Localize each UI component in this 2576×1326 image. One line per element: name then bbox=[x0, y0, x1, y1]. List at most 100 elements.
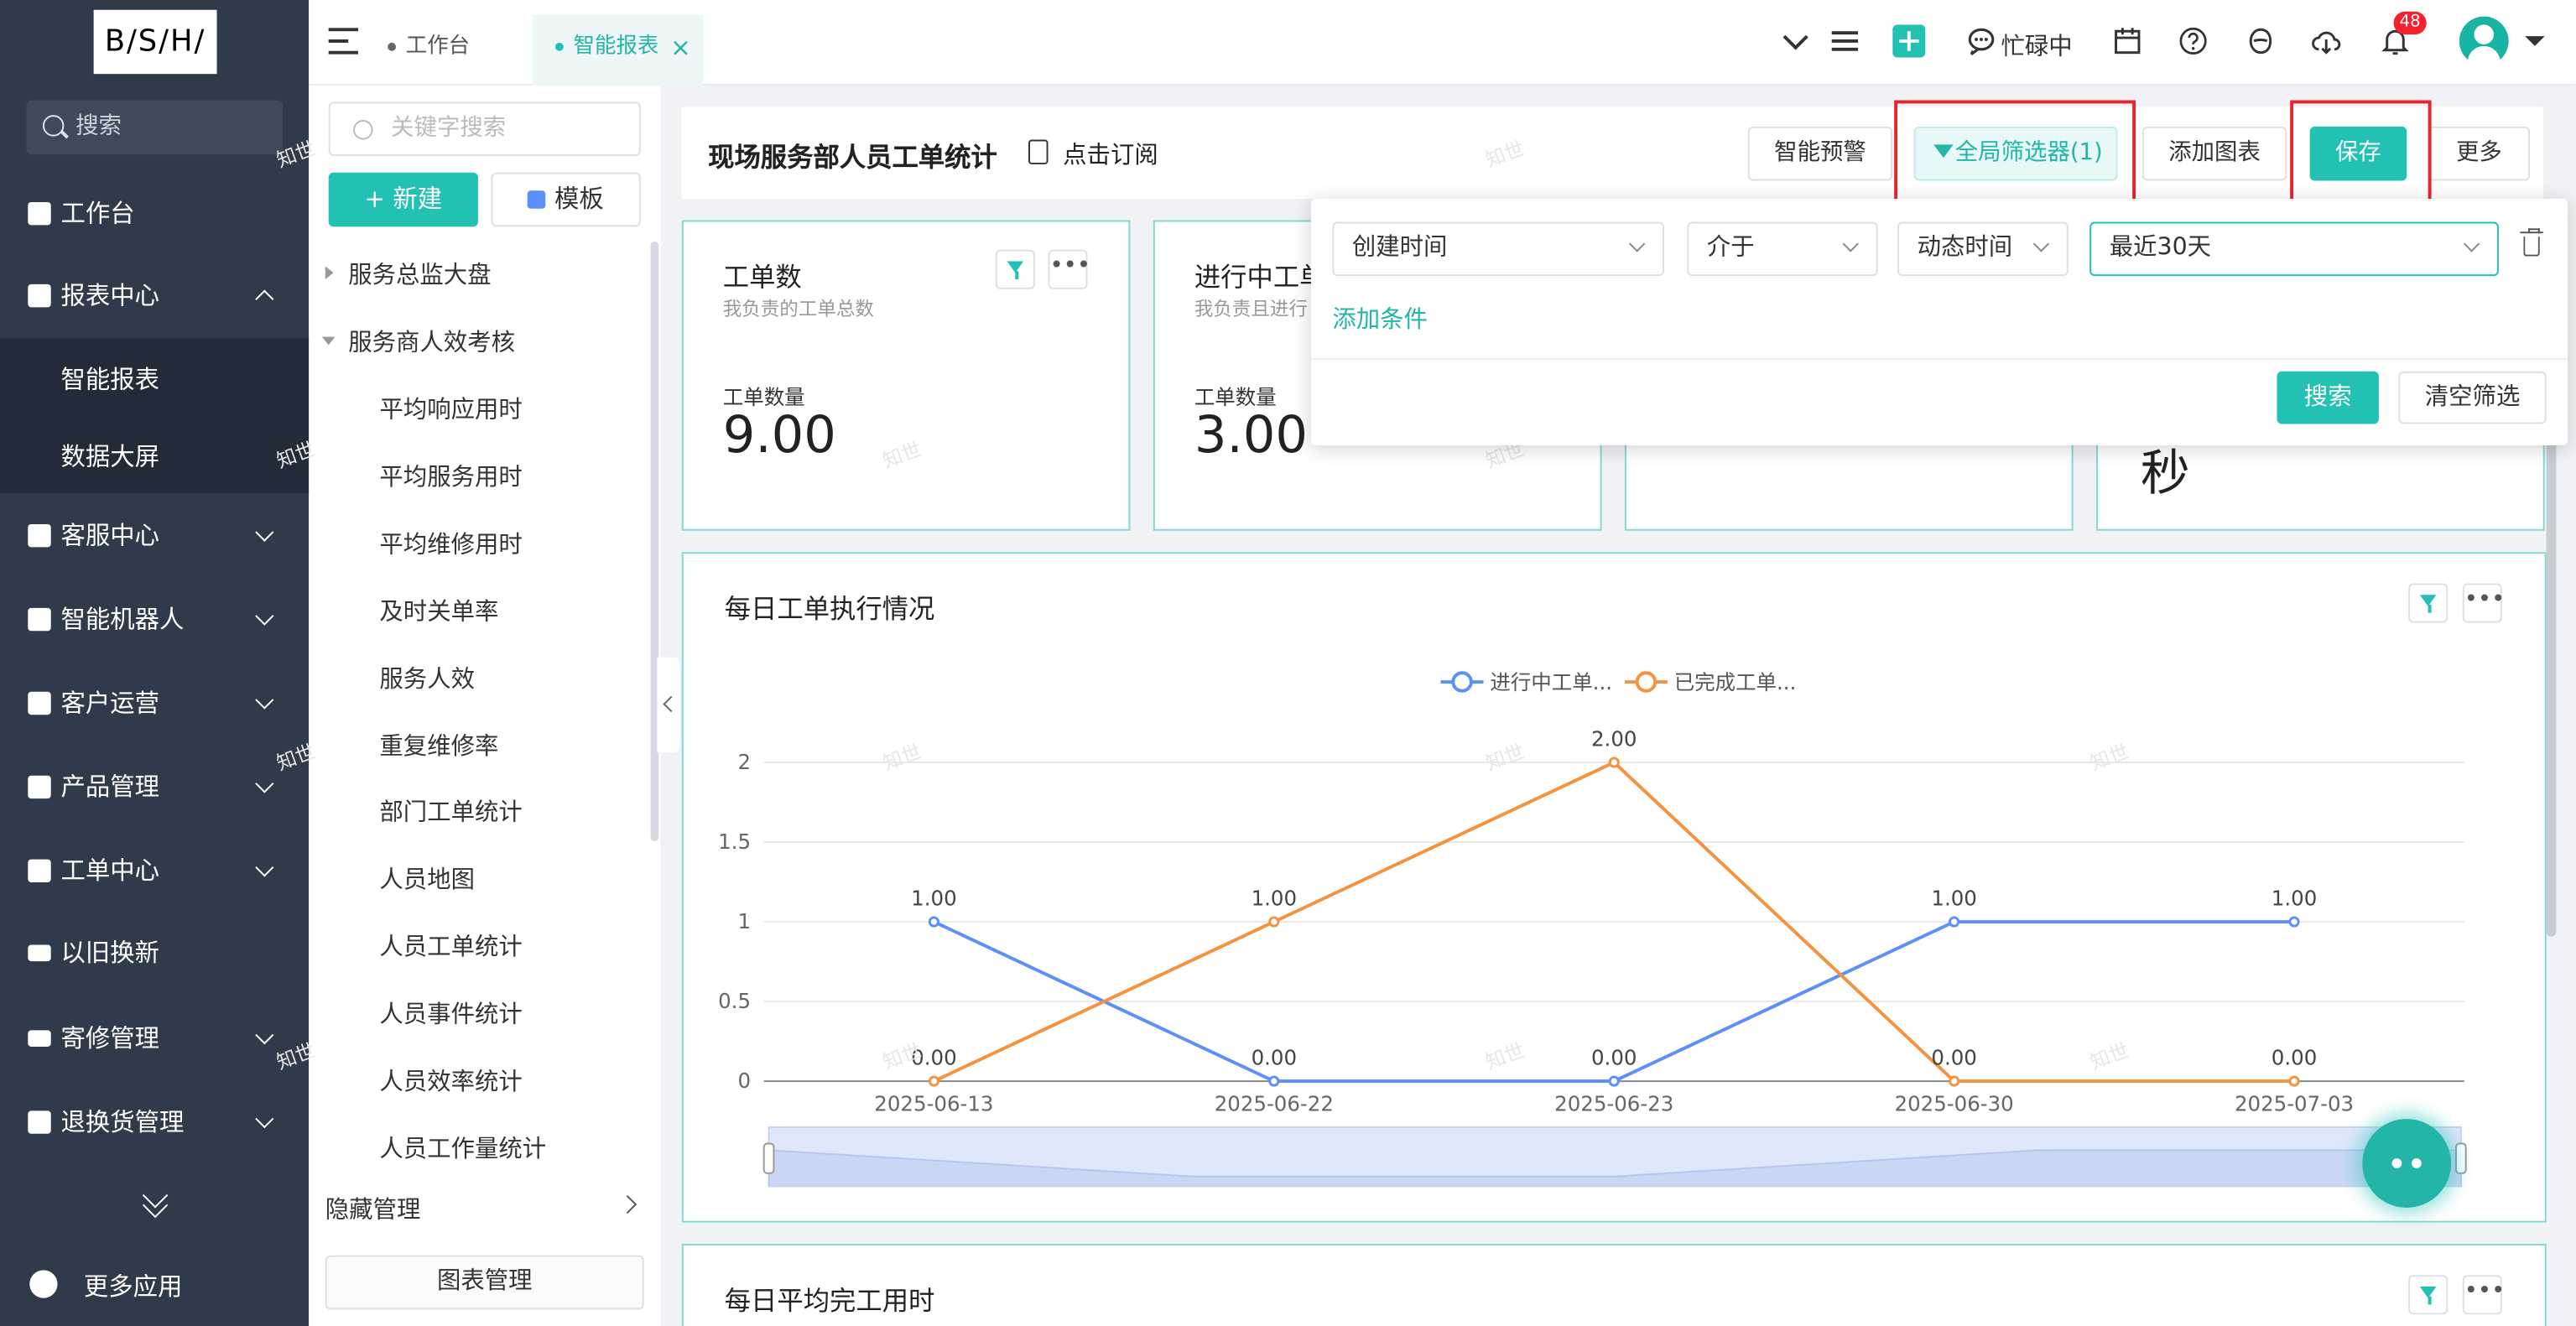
tree-item[interactable]: 重复维修率 bbox=[379, 728, 498, 762]
hidden-manage-link[interactable]: 隐藏管理 bbox=[325, 1191, 421, 1225]
global-filter-popover: 创建时间 介于 动态时间 最近30天 添加条件 搜索 清空筛选 bbox=[1310, 199, 2568, 445]
filter-range-value: 最近30天 bbox=[2109, 235, 2212, 262]
y-tick-label: 2 bbox=[737, 750, 751, 774]
sidebar-subitem-smart-report[interactable]: 智能报表 bbox=[60, 361, 159, 396]
data-point bbox=[1268, 916, 1280, 928]
sidebar-search[interactable]: 搜索 bbox=[26, 100, 283, 155]
tab-label: 智能报表 bbox=[573, 34, 659, 60]
data-label: 1.00 bbox=[1252, 886, 1297, 910]
chevron-down-icon[interactable] bbox=[1781, 26, 1810, 55]
data-point bbox=[1949, 1075, 1960, 1087]
tree-item[interactable]: 人员事件统计 bbox=[379, 996, 522, 1030]
tree-item[interactable]: 及时关单率 bbox=[379, 593, 498, 627]
double-chevron-down-icon[interactable] bbox=[143, 1191, 165, 1214]
sidebar-item-report-center[interactable]: 报表中心 bbox=[0, 263, 309, 328]
tree-group-director[interactable]: 服务总监大盘 bbox=[348, 257, 491, 291]
caret-down-icon[interactable] bbox=[321, 336, 336, 346]
customer-icon bbox=[28, 691, 51, 715]
x-tick-label: 2025-06-30 bbox=[1895, 1091, 2014, 1115]
tree-item[interactable]: 人员地图 bbox=[379, 861, 475, 896]
subscribe-icon bbox=[1028, 139, 1049, 164]
add-square-icon[interactable] bbox=[1892, 24, 1926, 58]
status-label[interactable]: 忙碌中 bbox=[2001, 28, 2072, 62]
zoom-handle-right bbox=[2454, 1142, 2467, 1174]
tab-close-icon[interactable]: × bbox=[670, 15, 691, 81]
eye-icon bbox=[2412, 1158, 2422, 1168]
card-more-icon[interactable]: ••• bbox=[1048, 249, 1090, 289]
tree-item[interactable]: 平均维修用时 bbox=[379, 526, 522, 560]
delete-condition-icon[interactable] bbox=[2520, 228, 2543, 257]
smart-alert-button[interactable]: 智能预警 bbox=[1747, 126, 1893, 181]
sidebar-item-label: 客户运营 bbox=[60, 688, 160, 719]
sidebar-item-service-center[interactable]: 客服中心 bbox=[0, 502, 309, 568]
card-filter-icon[interactable] bbox=[995, 249, 1035, 289]
report-header: 现场服务部人员工单统计 点击订阅 智能预警 全局筛选器(1) 添加图表 保存 更… bbox=[681, 107, 2543, 200]
tree-item[interactable]: 平均响应用时 bbox=[379, 391, 522, 425]
sidebar-item-ticket-center[interactable]: 工单中心 bbox=[0, 838, 309, 903]
page-title: 现场服务部人员工单统计 bbox=[708, 141, 997, 173]
filter-search-button[interactable]: 搜索 bbox=[2277, 371, 2379, 424]
tree-search-input[interactable]: 关键字搜索 bbox=[328, 101, 641, 157]
tab-smart-report[interactable]: 智能报表 × bbox=[532, 14, 704, 86]
tree-item[interactable]: 人员工单统计 bbox=[379, 928, 522, 963]
sidebar-item-workbench[interactable]: 工作台 bbox=[0, 181, 309, 247]
subscribe-link[interactable]: 点击订阅 bbox=[1063, 137, 1158, 171]
cloud-download-icon[interactable] bbox=[2312, 26, 2341, 55]
sidebar-item-repair[interactable]: 寄修管理 bbox=[0, 1006, 309, 1071]
avatar[interactable] bbox=[2459, 16, 2509, 70]
chevron-right-icon bbox=[618, 1194, 637, 1214]
data-point bbox=[928, 916, 939, 928]
filter-mode-select[interactable]: 动态时间 bbox=[1897, 221, 2069, 277]
filter-clear-button[interactable]: 清空筛选 bbox=[2398, 371, 2547, 424]
more-apps-button[interactable]: 更多应用 bbox=[0, 1252, 309, 1318]
sidebar-item-ai-robot[interactable]: 智能机器人 bbox=[0, 586, 309, 652]
assistant-bubble[interactable] bbox=[2362, 1119, 2452, 1208]
tree-item[interactable]: 平均服务用时 bbox=[379, 459, 522, 493]
brand-logo: B/S/H/ bbox=[93, 9, 217, 75]
filter-field-select[interactable]: 创建时间 bbox=[1332, 221, 1664, 277]
data-point bbox=[1608, 1075, 1620, 1087]
legend-label: 已完成工单... bbox=[1674, 670, 1797, 694]
home-icon bbox=[28, 201, 51, 226]
sidebar-item-trade-in[interactable]: 以旧换新 bbox=[0, 920, 309, 985]
caret-right-icon[interactable] bbox=[325, 266, 334, 280]
chart-title: 每日平均完工用时 bbox=[724, 1285, 935, 1317]
add-chart-button[interactable]: 添加图表 bbox=[2141, 126, 2287, 181]
highlight-box-filter bbox=[1894, 100, 2136, 205]
chevron-down-icon bbox=[255, 523, 274, 542]
tree-item[interactable]: 部门工单统计 bbox=[379, 793, 522, 828]
sidebar-subitem-data-screen[interactable]: 数据大屏 bbox=[60, 439, 159, 473]
filter-range-select[interactable]: 最近30天 bbox=[2089, 221, 2499, 277]
calendar-icon[interactable] bbox=[2113, 26, 2142, 55]
chart-more-icon[interactable]: ••• bbox=[2462, 1275, 2505, 1315]
new-report-button[interactable]: + 新建 bbox=[328, 172, 478, 227]
top-bar: 工作台 智能报表 × 忙碌中 48 bbox=[309, 0, 2576, 86]
sidebar-item-returns[interactable]: 退换货管理 bbox=[0, 1089, 309, 1155]
skin-icon[interactable] bbox=[2246, 26, 2275, 55]
data-label: 0.00 bbox=[1252, 1045, 1297, 1069]
tree-group-provider[interactable]: 服务商人效考核 bbox=[348, 324, 515, 358]
data-label: 2.00 bbox=[1591, 726, 1637, 751]
card-subtitle: 我负责且进行 bbox=[1194, 297, 1308, 321]
chart-filter-icon[interactable] bbox=[2408, 1275, 2449, 1315]
tree-item[interactable]: 人员效率统计 bbox=[379, 1063, 522, 1098]
filter-operator-select[interactable]: 介于 bbox=[1687, 221, 1878, 277]
chat-status-icon bbox=[1968, 28, 1995, 55]
help-icon[interactable] bbox=[2178, 26, 2208, 55]
caret-down-icon[interactable] bbox=[2523, 29, 2546, 52]
collapse-tree-handle[interactable] bbox=[657, 657, 680, 753]
menu-fold-icon[interactable] bbox=[328, 28, 358, 55]
tree-item[interactable]: 服务人效 bbox=[379, 661, 475, 695]
add-condition-link[interactable]: 添加条件 bbox=[1332, 301, 1428, 335]
chart-manage-button[interactable]: 图表管理 bbox=[325, 1255, 644, 1310]
template-button[interactable]: 模板 bbox=[491, 172, 641, 227]
list-icon[interactable] bbox=[1830, 26, 1860, 55]
chevron-down-icon bbox=[1842, 236, 1859, 252]
tab-dot bbox=[554, 42, 564, 51]
tab-workbench[interactable]: 工作台 bbox=[388, 15, 519, 86]
sidebar-item-customer-ops[interactable]: 客户运营 bbox=[0, 670, 309, 736]
filter-mode-value: 动态时间 bbox=[1917, 235, 2013, 262]
more-button[interactable]: 更多 bbox=[2428, 126, 2531, 181]
tree-item[interactable]: 人员工作量统计 bbox=[379, 1131, 546, 1165]
sidebar-item-product[interactable]: 产品管理 bbox=[0, 754, 309, 819]
